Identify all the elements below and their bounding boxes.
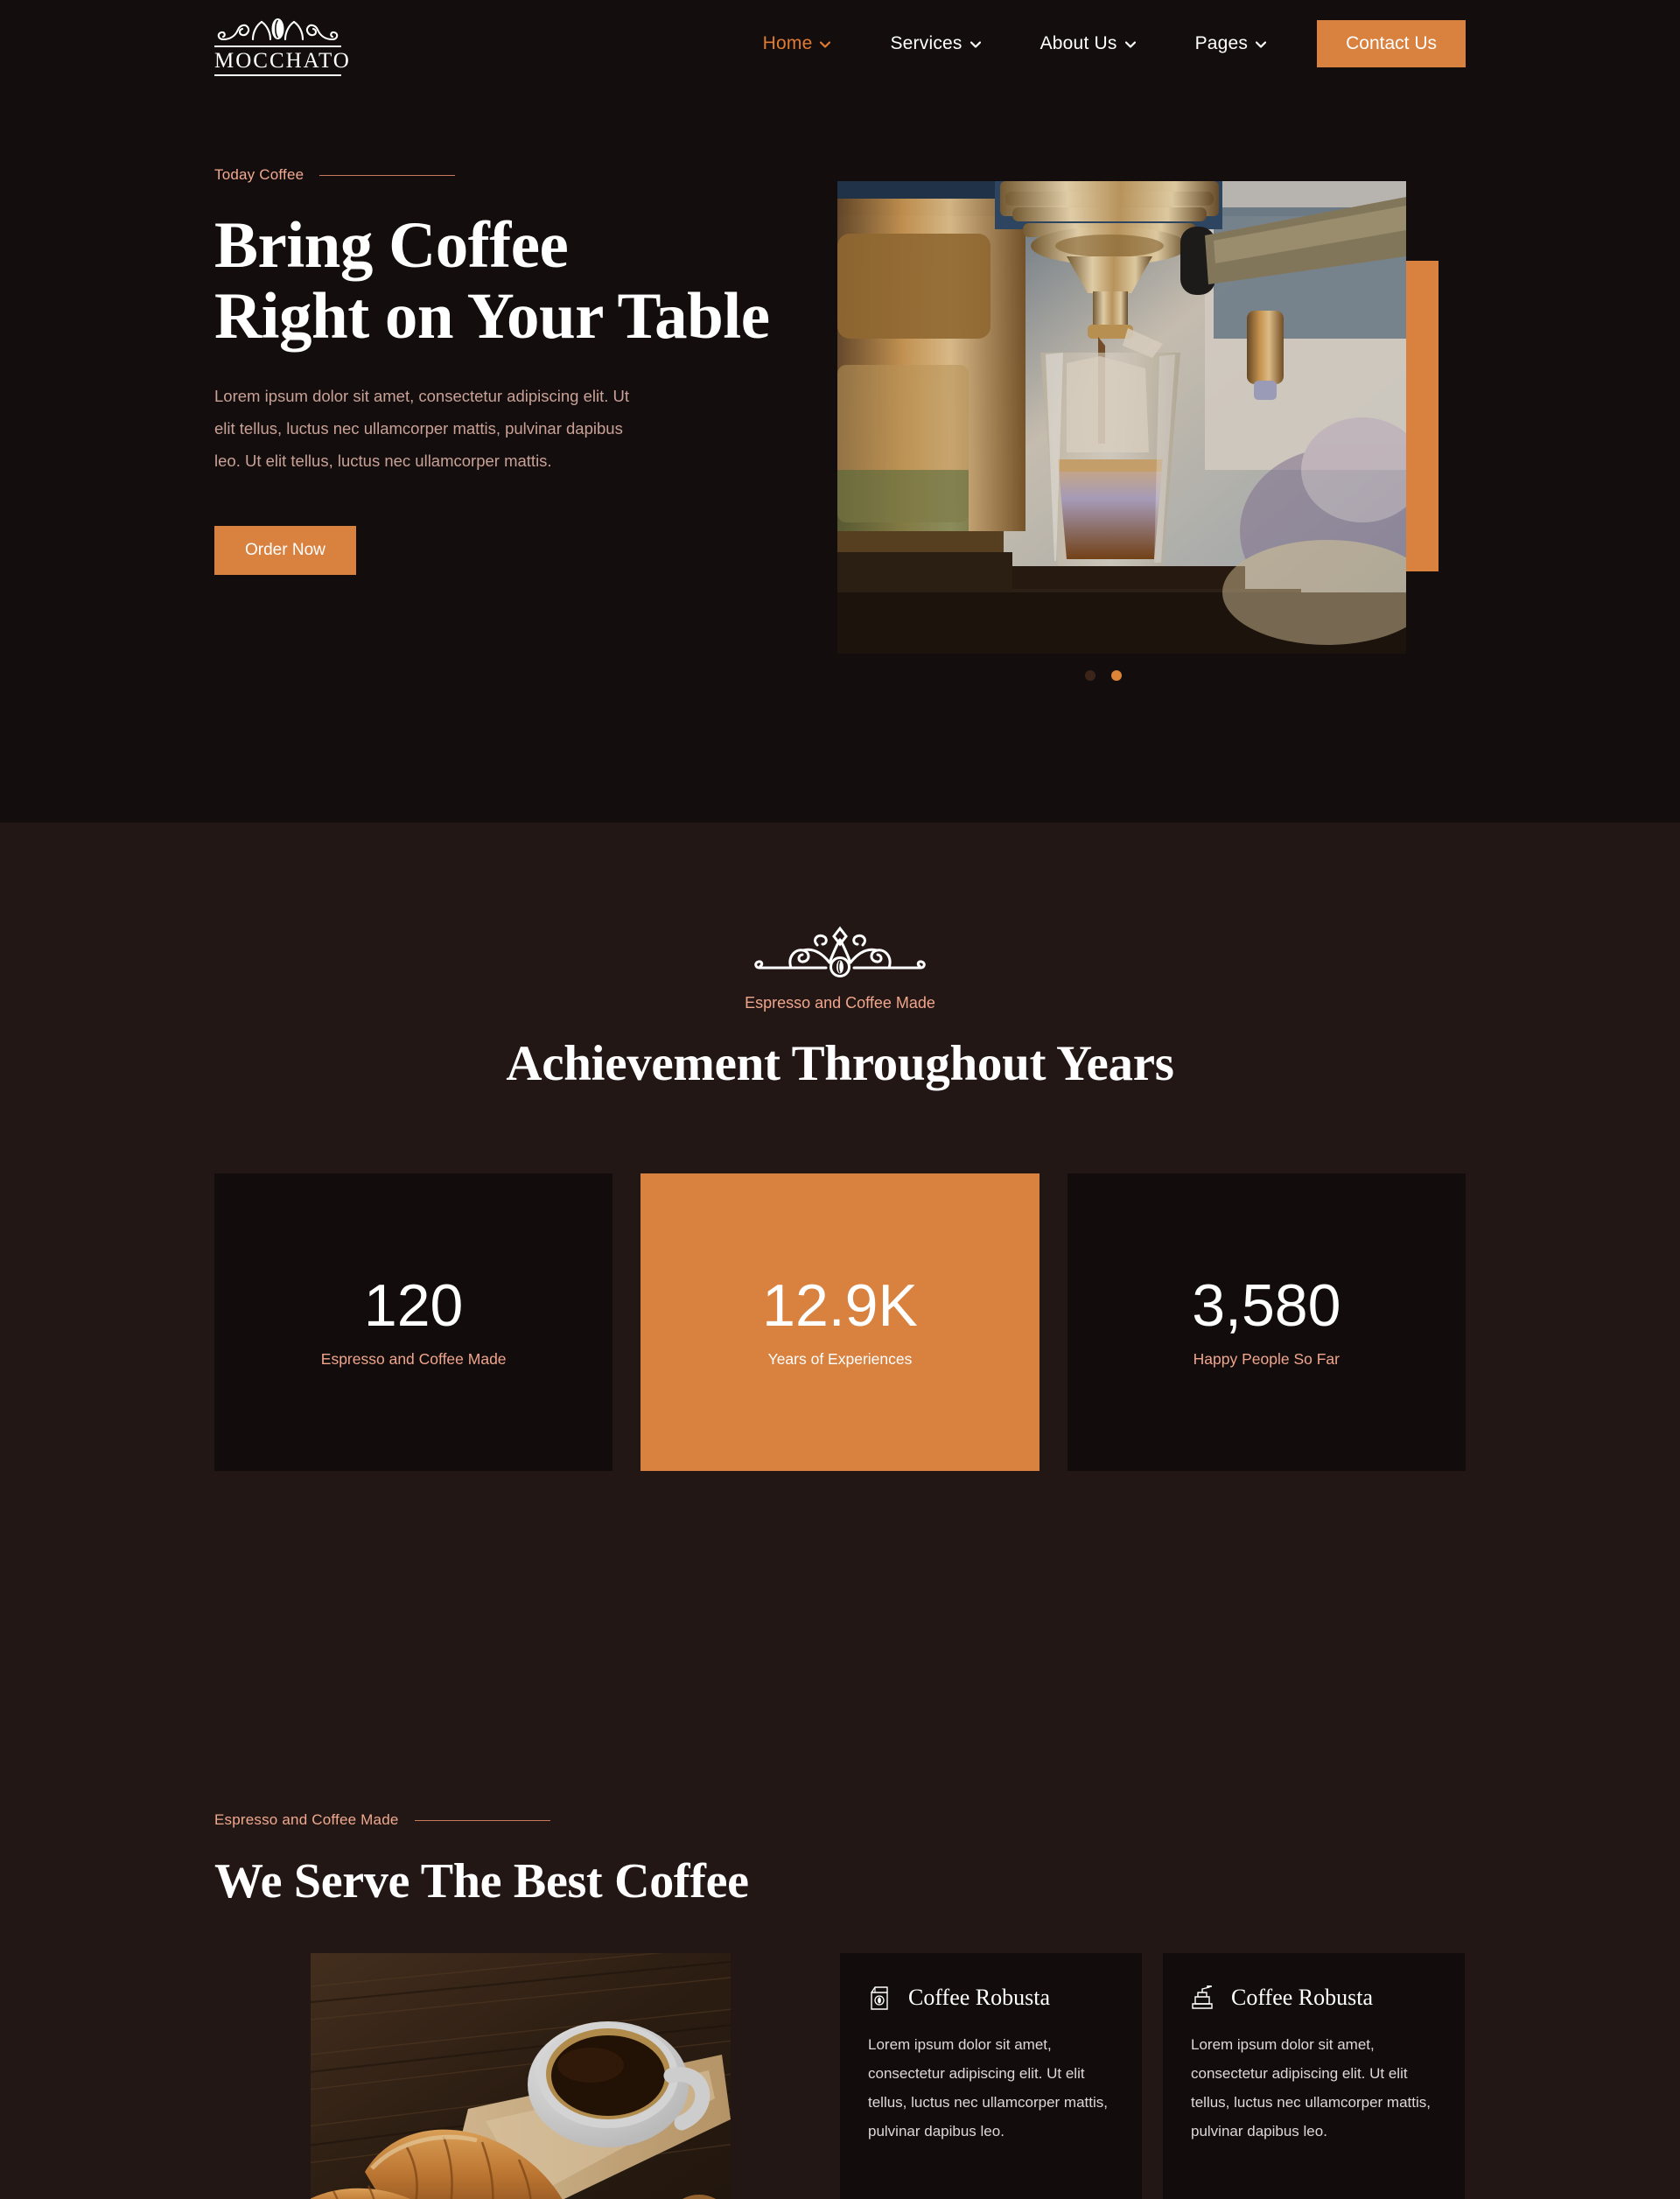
achievement-eyebrow: Espresso and Coffee Made bbox=[745, 994, 935, 1012]
serve-title: We Serve The Best Coffee bbox=[214, 1854, 749, 1908]
card-text: Lorem ipsum dolor sit amet, consectetur … bbox=[1191, 2036, 1431, 2140]
stat-card: 120 Espresso and Coffee Made bbox=[214, 1173, 613, 1471]
nav-item-services[interactable]: Services bbox=[860, 33, 1010, 54]
coffee-bag-icon bbox=[871, 1986, 888, 2010]
card-title: Coffee Robusta bbox=[908, 1985, 1050, 2010]
hero-body: Today Coffee Bring Coffee Right on Your … bbox=[214, 88, 1466, 805]
stat-label: Years of Experiences bbox=[767, 1350, 913, 1368]
nav-item-label: Pages bbox=[1194, 33, 1249, 53]
stat-label: Espresso and Coffee Made bbox=[320, 1350, 507, 1368]
chevron-down-icon bbox=[1256, 41, 1267, 48]
eyebrow-divider bbox=[319, 174, 456, 176]
serve-grid: Coffee Robusta Lorem ipsum dolor sit ame… bbox=[214, 1953, 1466, 2199]
product-card[interactable]: Coffee Robusta Lorem ipsum dolor sit ame… bbox=[840, 1953, 1142, 2199]
serve-section: Espresso and Coffee Made We Serve The Be… bbox=[0, 1680, 1680, 2199]
stat-label: Happy People So Far bbox=[1193, 1350, 1340, 1368]
serve-eyebrow: Espresso and Coffee Made bbox=[214, 1811, 399, 1828]
hero-title: Bring Coffee Right on Your Table bbox=[214, 210, 809, 352]
order-now-button[interactable]: Order Now bbox=[214, 526, 356, 575]
serve-photo-col bbox=[214, 1953, 731, 2199]
carousel-dot-2[interactable] bbox=[1111, 670, 1122, 681]
serve-eyebrow-row: Espresso and Coffee Made bbox=[214, 1811, 1466, 1829]
card-head: Coffee Robusta bbox=[1191, 1985, 1437, 2011]
filigree-coffee-bean-divider-icon bbox=[754, 926, 926, 977]
chevron-down-icon bbox=[1124, 41, 1136, 48]
nav-item-label: Services bbox=[890, 33, 962, 53]
espresso-machine-photo bbox=[837, 181, 1406, 654]
hero-image bbox=[837, 181, 1406, 654]
brand-logo[interactable]: MOCCHATO bbox=[214, 11, 351, 76]
serve-image bbox=[311, 1953, 731, 2199]
nav-item-label: Home bbox=[762, 33, 813, 53]
nav-item-label: About Us bbox=[1040, 33, 1117, 53]
hero-eyebrow: Today Coffee bbox=[214, 166, 304, 183]
product-cards: Coffee Robusta Lorem ipsum dolor sit ame… bbox=[840, 1953, 1465, 2199]
achievement-title: Achievement Throughout Years bbox=[506, 1036, 1174, 1091]
stats-row: 120 Espresso and Coffee Made 12.9K Years… bbox=[214, 1173, 1466, 1471]
card-head: Coffee Robusta bbox=[868, 1985, 1114, 2011]
hero-paragraph: Lorem ipsum dolor sit amet, consectetur … bbox=[214, 387, 630, 470]
coffee-grinder-icon bbox=[1192, 1985, 1213, 2009]
hero-title-line2: Right on Your Table bbox=[214, 280, 770, 353]
hero-carousel-dots bbox=[1085, 670, 1122, 681]
hero-title-line1: Bring Coffee bbox=[214, 209, 569, 282]
main-navigation: Home Services About Us Pages Contact Us bbox=[733, 20, 1466, 67]
card-text: Lorem ipsum dolor sit amet, consectetur … bbox=[868, 2036, 1108, 2140]
logo-rule-bottom bbox=[214, 74, 341, 76]
hero-section: MOCCHATO Home Services About Us Pages Co… bbox=[0, 0, 1680, 823]
site-header: MOCCHATO Home Services About Us Pages Co… bbox=[214, 0, 1466, 88]
nav-item-pages[interactable]: Pages bbox=[1166, 33, 1297, 54]
ornament-wrap bbox=[0, 926, 1680, 980]
carousel-dot-1[interactable] bbox=[1085, 670, 1096, 681]
eyebrow-divider bbox=[414, 1819, 550, 1821]
stat-value: 12.9K bbox=[762, 1272, 918, 1339]
coffee-and-croissants-photo bbox=[311, 1953, 731, 2199]
product-card[interactable]: Coffee Robusta Lorem ipsum dolor sit ame… bbox=[1163, 1953, 1465, 2199]
coffee-bean-ornament-icon bbox=[217, 18, 339, 41]
nav-item-about-us[interactable]: About Us bbox=[1011, 33, 1166, 54]
stat-card: 3,580 Happy People So Far bbox=[1067, 1173, 1466, 1471]
logo-rule-top bbox=[214, 46, 341, 48]
stat-card: 12.9K Years of Experiences bbox=[640, 1173, 1040, 1471]
stat-value: 3,580 bbox=[1192, 1272, 1341, 1339]
brand-name: MOCCHATO bbox=[214, 49, 351, 74]
card-title: Coffee Robusta bbox=[1231, 1985, 1373, 2010]
hero-eyebrow-row: Today Coffee bbox=[214, 166, 809, 184]
achievement-section: Espresso and Coffee Made Achievement Thr… bbox=[0, 823, 1680, 1680]
contact-us-button[interactable]: Contact Us bbox=[1317, 20, 1466, 67]
hero-content: Today Coffee Bring Coffee Right on Your … bbox=[214, 166, 809, 575]
coffee-landing-page: MOCCHATO Home Services About Us Pages Co… bbox=[0, 0, 1680, 2199]
stat-value: 120 bbox=[363, 1272, 464, 1339]
hero-media bbox=[837, 181, 1467, 768]
nav-item-home[interactable]: Home bbox=[733, 33, 861, 54]
chevron-down-icon bbox=[820, 41, 831, 48]
chevron-down-icon bbox=[970, 41, 981, 48]
serve-inner: Espresso and Coffee Made We Serve The Be… bbox=[214, 1811, 1466, 2199]
